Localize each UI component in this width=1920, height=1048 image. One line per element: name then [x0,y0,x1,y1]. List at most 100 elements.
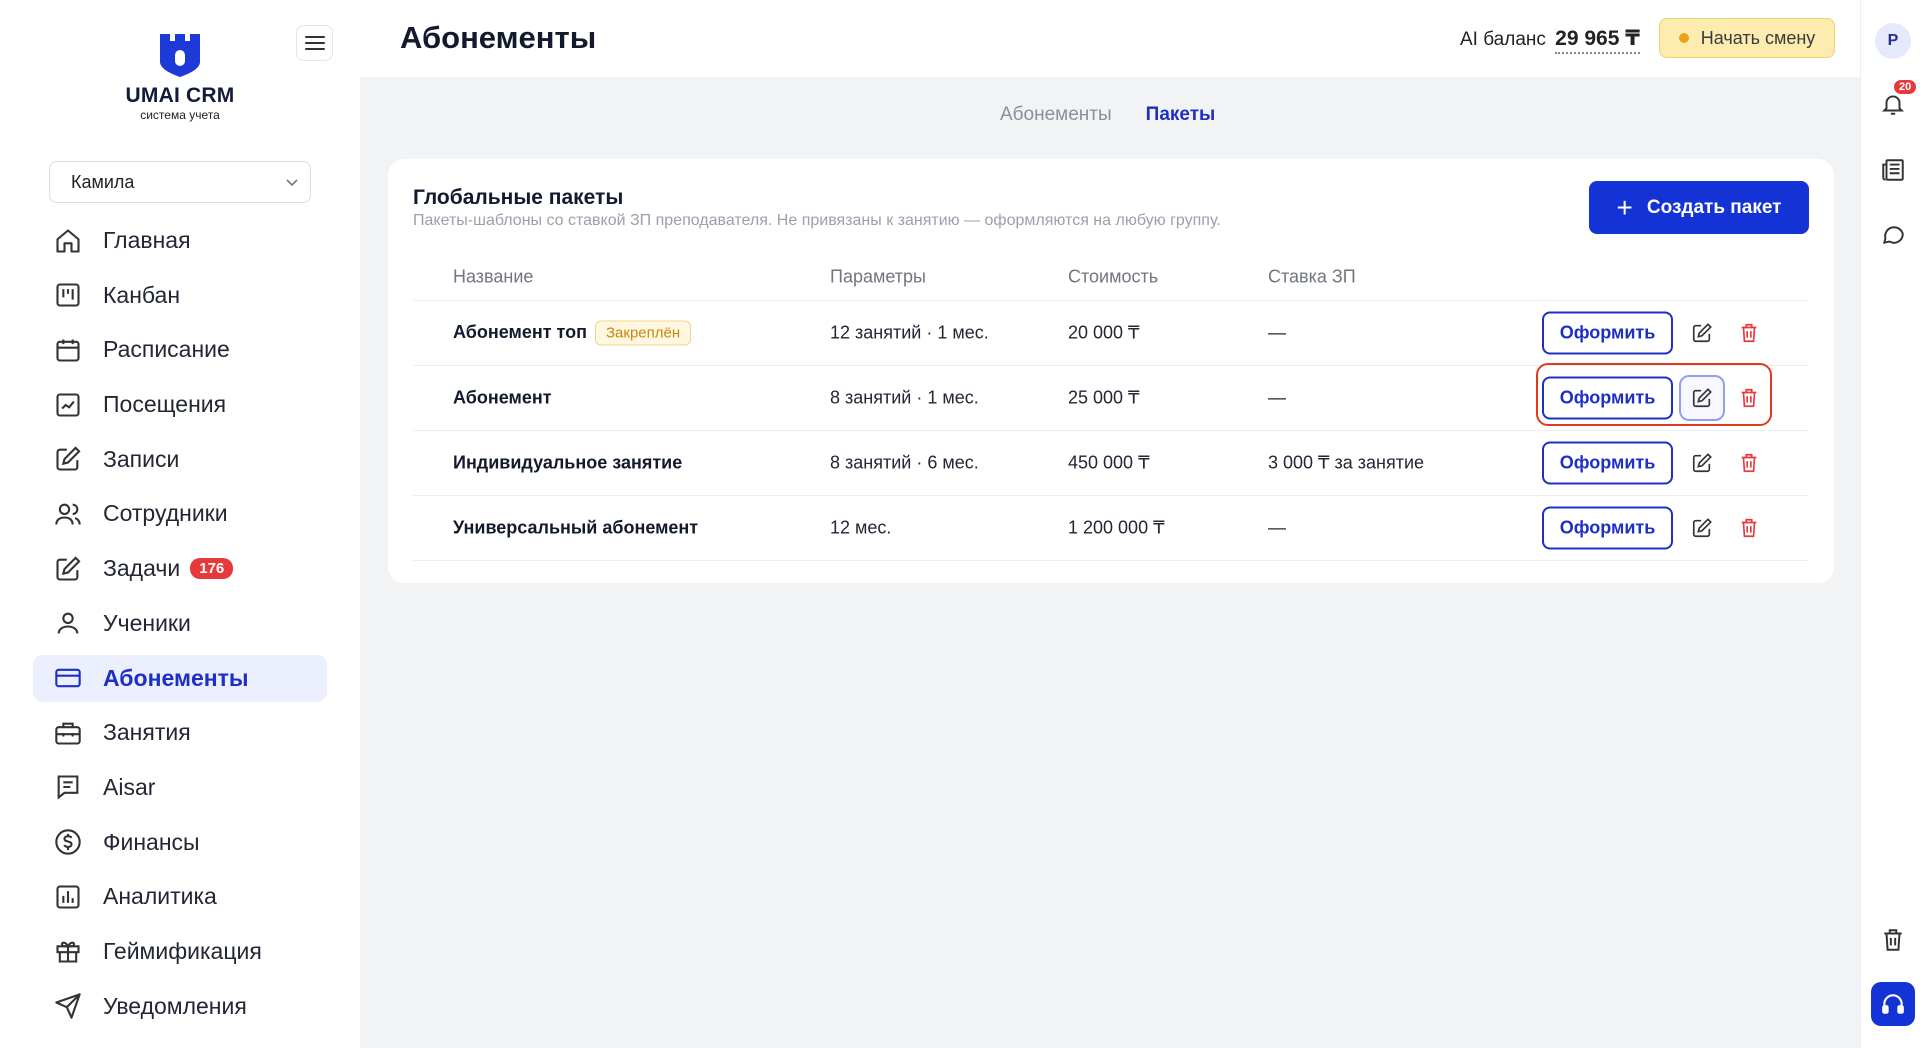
package-name-cell: Абонемент топ Закреплён [453,320,692,346]
calendar-icon [53,335,83,365]
right-rail: Р 20 [1860,0,1920,1048]
table-header: Название Параметры Стоимость Ставка ЗП [413,253,1809,301]
sidebar-item-label: Абонементы [103,664,249,691]
attendance-icon [53,390,83,420]
home-icon [53,226,83,256]
ai-balance[interactable]: AI баланс 29 965 ₸ [1460,26,1640,54]
kanban-icon [53,280,83,310]
sidebar-item-students[interactable]: Ученики [33,600,327,647]
sidebar-item-label: Сотрудники [103,500,228,527]
logo[interactable]: UMAI CRM система учета [123,32,237,122]
column-header-name[interactable]: Название [453,266,533,287]
menu-toggle-button[interactable] [296,25,333,61]
trash-icon [1741,388,1757,408]
package-rate: 3 000 ₸ за занятие [1268,452,1425,473]
delete-button[interactable] [1731,315,1767,351]
trash-icon [1741,453,1757,473]
chat-icon[interactable] [1879,220,1907,248]
issue-button[interactable]: Оформить [1542,376,1673,420]
sidebar-item-label: Аналитика [103,883,217,910]
sidebar-item-finance[interactable]: Финансы [33,819,327,866]
tasks-count-badge: 176 [190,558,234,580]
newspaper-icon[interactable] [1879,156,1907,184]
user-select[interactable]: Камила [49,161,311,203]
sidebar-item-schedule[interactable]: Расписание [33,326,327,373]
edit-button[interactable] [1679,440,1725,486]
sidebar-item-records[interactable]: Записи [33,436,327,483]
package-params: 12 мес. [830,517,892,538]
column-header-price[interactable]: Стоимость [1068,266,1158,287]
create-package-button[interactable]: + Создать пакет [1589,181,1809,234]
sidebar-item-label: Канбан [103,281,181,308]
trash-icon[interactable] [1879,926,1907,954]
chat-doc-icon [53,772,83,802]
package-rate: — [1268,322,1286,343]
delete-button[interactable] [1731,380,1767,416]
edit-note-icon [53,444,83,474]
package-params: 12 занятий · 1 мес. [830,322,989,343]
card-icon [53,663,83,693]
edit-button[interactable] [1679,310,1725,356]
sidebar-item-label: Расписание [103,336,230,363]
sidebar-nav: Главная Канбан Расписание Посещения Запи… [33,217,327,1037]
issue-button[interactable]: Оформить [1542,506,1673,550]
start-shift-button[interactable]: Начать смену [1659,18,1835,58]
table-row: Индивидуальное занятие 8 занятий · 6 мес… [413,431,1809,496]
sidebar-item-aisar[interactable]: Aisar [33,764,327,811]
avatar[interactable]: Р [1875,23,1911,59]
hamburger-icon [304,36,325,50]
chevron-down-icon [286,179,298,187]
sidebar-item-attendance[interactable]: Посещения [33,381,327,428]
tab-subscriptions[interactable]: Абонементы [1000,104,1112,126]
sidebar-item-kanban[interactable]: Канбан [33,272,327,319]
package-params: 8 занятий · 6 мес. [830,452,979,473]
users-icon [53,499,83,529]
sidebar-item-label: Уведомления [103,992,247,1019]
column-header-params[interactable]: Параметры [830,266,926,287]
package-rate: — [1268,517,1286,538]
sidebar-item-tasks[interactable]: Задачи 176 [33,545,327,592]
sidebar-item-gamification[interactable]: Геймификация [33,928,327,975]
page-title: Абонементы [400,20,597,55]
trash-icon [1741,518,1757,538]
package-params: 8 занятий · 1 мес. [830,387,979,408]
delete-button[interactable] [1731,445,1767,481]
sidebar-item-notifications[interactable]: Уведомления [33,983,327,1030]
package-price: 1 200 000 ₸ [1068,517,1165,538]
sidebar-item-label: Записи [103,445,180,472]
delete-button[interactable] [1731,510,1767,546]
support-button[interactable] [1871,982,1915,1026]
dollar-icon [53,827,83,857]
ai-balance-amount: 29 965 ₸ [1555,27,1640,54]
column-header-rate[interactable]: Ставка ЗП [1268,266,1356,287]
pinned-badge: Закреплён [594,320,692,346]
sidebar-item-subscriptions[interactable]: Абонементы [33,654,327,702]
tab-packages[interactable]: Пакеты [1146,104,1216,126]
sidebar-item-analytics[interactable]: Аналитика [33,873,327,920]
trash-icon [1741,323,1757,343]
edit-icon [1692,518,1712,538]
card-title: Глобальные пакеты [413,186,624,209]
create-package-label: Создать пакет [1646,196,1782,218]
logo-subtitle: система учета [140,108,220,122]
bell-icon[interactable] [1879,90,1907,118]
edit-icon [1692,323,1712,343]
edit-icon [1692,453,1712,473]
sidebar-item-staff[interactable]: Сотрудники [33,490,327,537]
notifications-badge: 20 [1894,80,1917,94]
issue-button[interactable]: Оформить [1542,311,1673,355]
package-name: Индивидуальное занятие [453,452,683,473]
top-bar: Абонементы AI баланс 29 965 ₸ Начать сме… [360,0,1860,77]
edit-button[interactable] [1679,505,1725,551]
sidebar-item-home[interactable]: Главная [33,217,327,264]
sidebar-item-classes[interactable]: Занятия [33,709,327,756]
user-select-value: Камила [71,171,135,192]
sidebar-item-label: Aisar [103,773,156,800]
issue-button[interactable]: Оформить [1542,441,1673,485]
edit-icon [1692,388,1712,408]
edit-button[interactable] [1679,375,1725,421]
table-row: Абонемент 8 занятий · 1 мес. 25 000 ₸ — … [413,366,1809,431]
package-price: 25 000 ₸ [1068,387,1140,408]
global-packages-card: Глобальные пакеты Пакеты-шаблоны со став… [388,159,1834,583]
package-name: Абонемент топ [453,321,587,342]
